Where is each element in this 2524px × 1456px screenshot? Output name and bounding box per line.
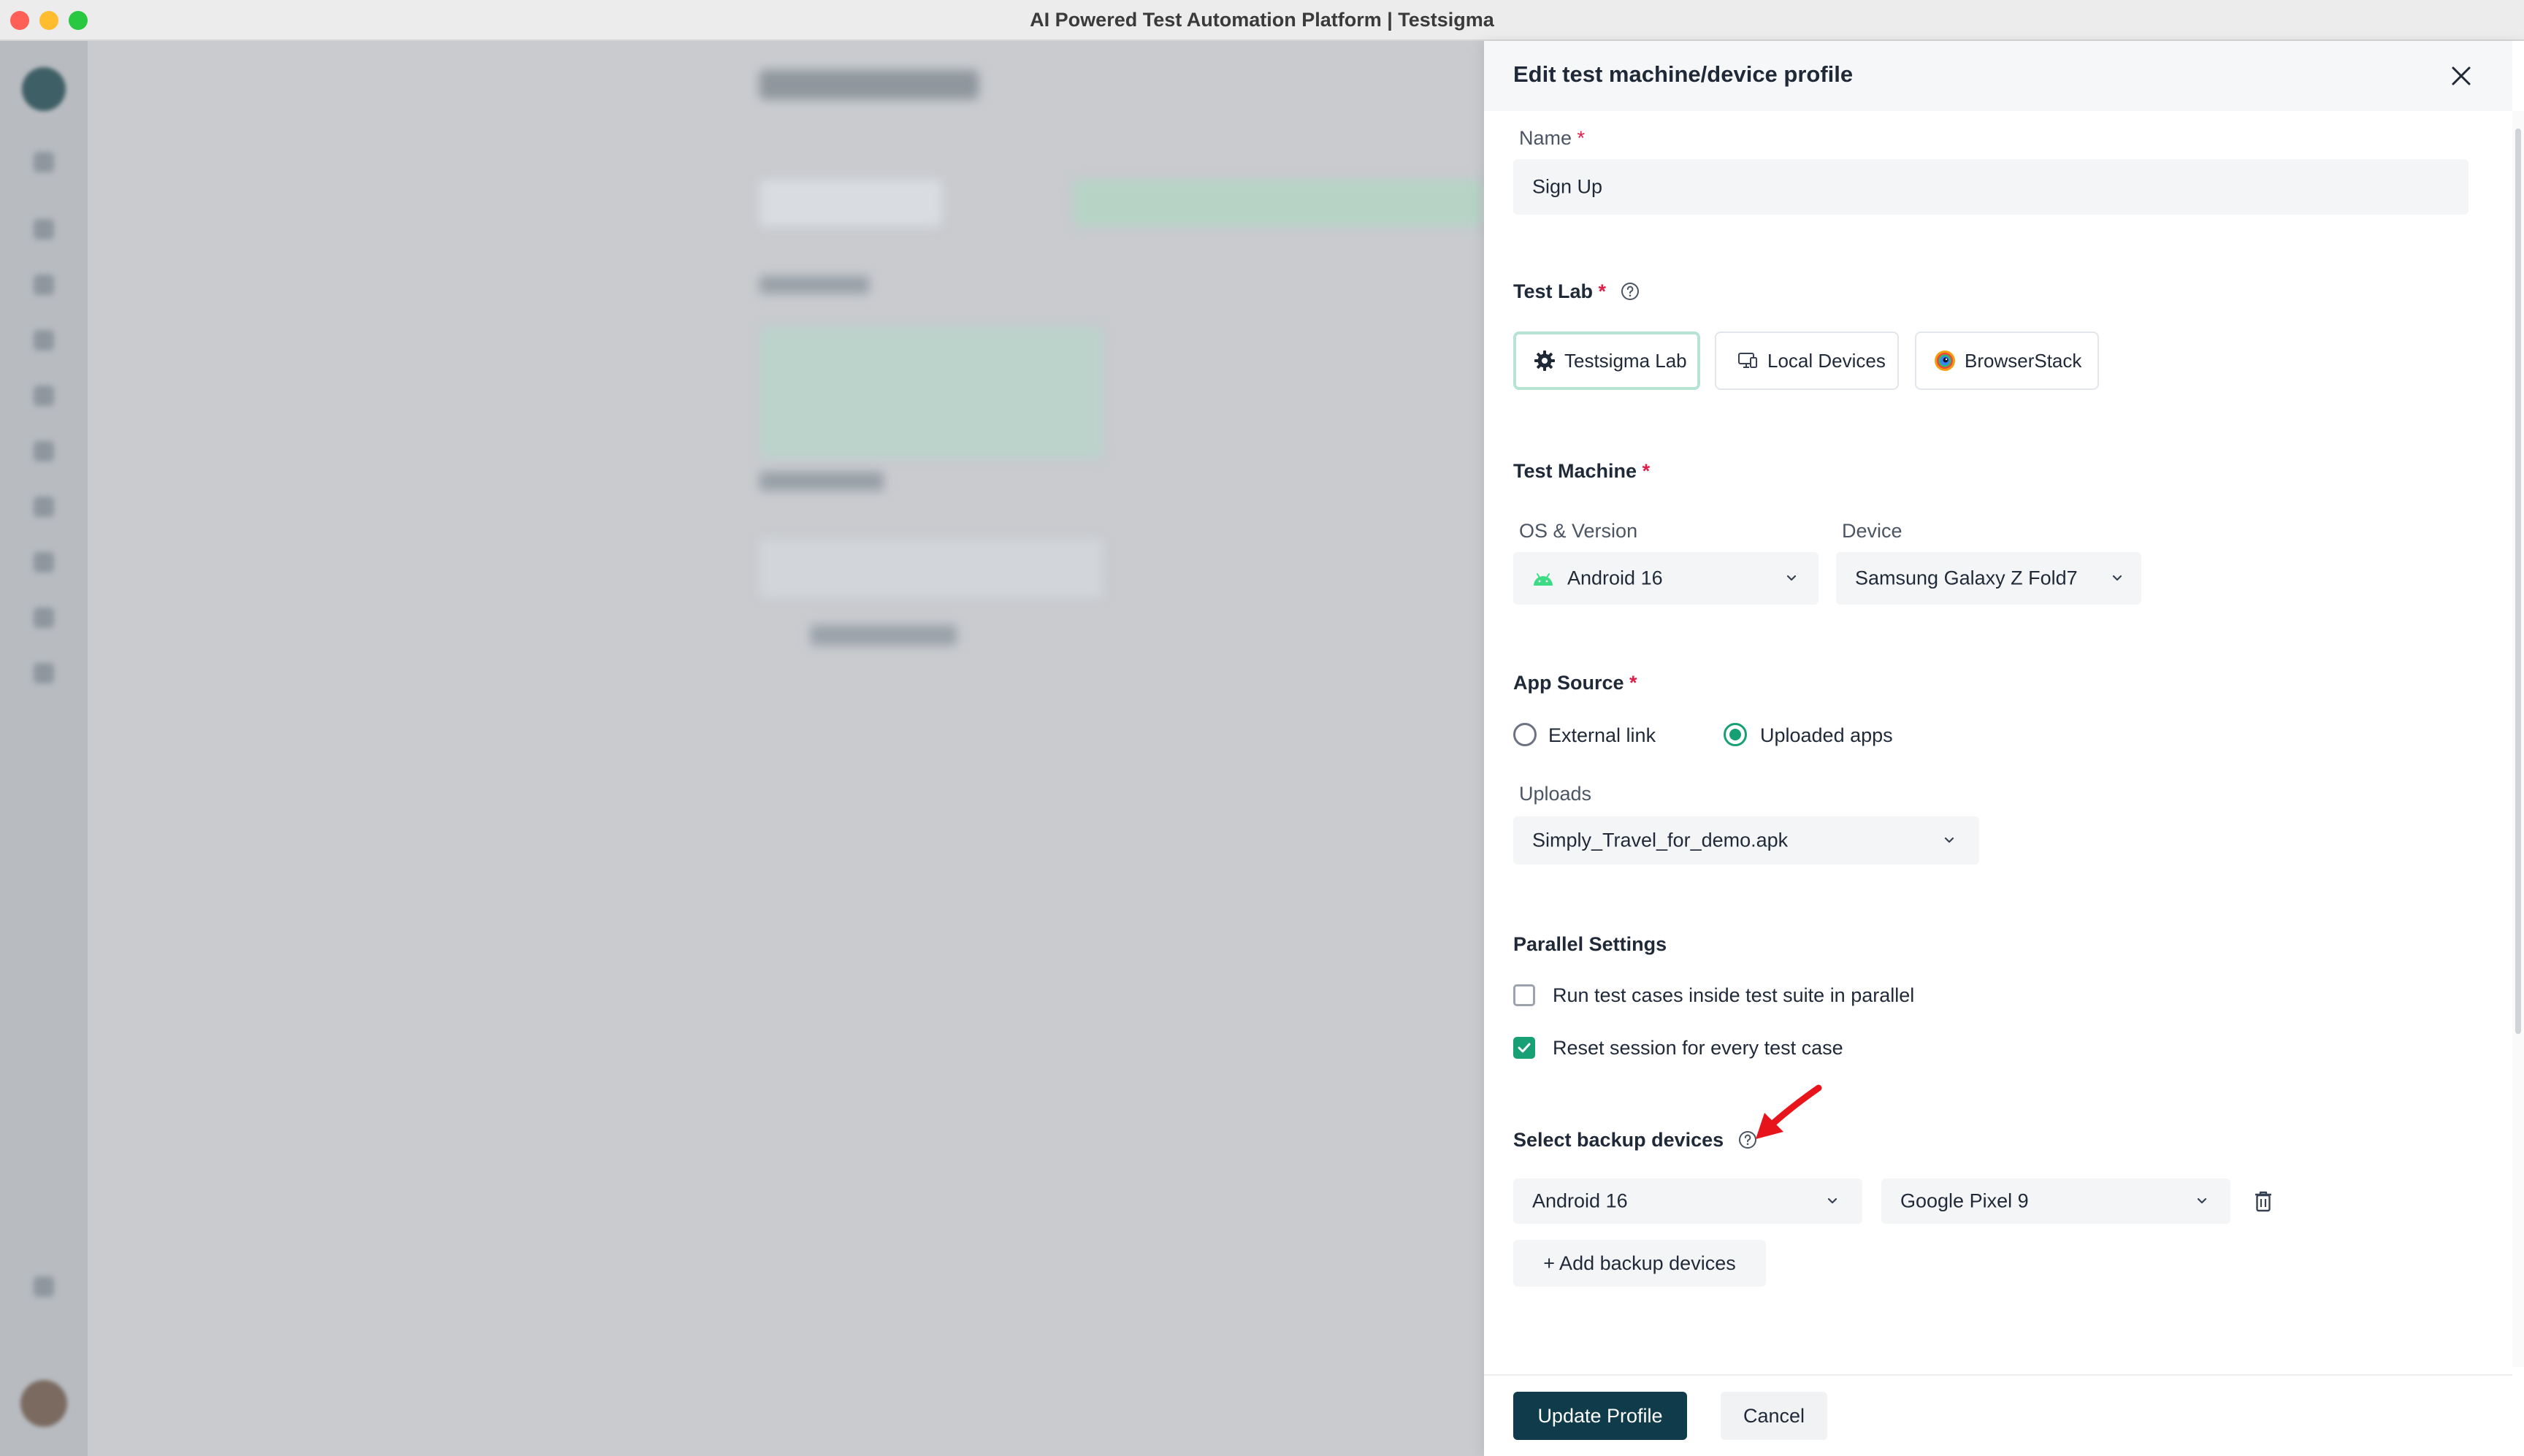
background-label xyxy=(760,472,884,491)
background-logo xyxy=(22,67,66,111)
chevron-down-icon xyxy=(2197,1198,2207,1204)
add-backup-devices-button[interactable]: + Add backup devices xyxy=(1513,1240,1766,1287)
test-machine-label: Test Machine * xyxy=(1513,460,1650,483)
test-lab-option-label: Testsigma Lab xyxy=(1564,349,1687,372)
background-page-title xyxy=(760,70,979,99)
required-mark: * xyxy=(1598,280,1607,302)
uploads-select[interactable]: Simply_Travel_for_demo.apk xyxy=(1513,816,1979,865)
device-value: Samsung Galaxy Z Fold7 xyxy=(1855,567,2078,589)
uploaded-apps-radio[interactable] xyxy=(1724,723,1747,746)
uploads-value: Simply_Travel_for_demo.apk xyxy=(1532,829,1789,851)
test-lab-option-label: Local Devices xyxy=(1767,349,1886,372)
close-icon xyxy=(2452,66,2471,85)
background-icon xyxy=(34,386,54,406)
background-label xyxy=(760,276,869,294)
parallel-settings-label: Parallel Settings xyxy=(1513,933,1667,955)
uploaded-apps-label[interactable]: Uploaded apps xyxy=(1760,724,1893,747)
drawer-title: Edit test machine/device profile xyxy=(1513,61,1854,87)
test-lab-label: Test Lab * xyxy=(1513,280,1640,303)
backup-os-select[interactable]: Android 16 xyxy=(1513,1179,1862,1224)
test-lab-option-browserstack[interactable]: BrowserStack xyxy=(1915,332,2099,390)
window-title: AI Powered Test Automation Platform | Te… xyxy=(1030,9,1494,31)
drawer-header: Edit test machine/device profile xyxy=(1484,41,2512,111)
background-card xyxy=(760,327,1103,459)
run-parallel-label[interactable]: Run test cases inside test suite in para… xyxy=(1553,984,1914,1007)
device-label: Device xyxy=(1842,520,1902,542)
reset-session-checkbox[interactable] xyxy=(1513,1037,1535,1059)
background-icon xyxy=(34,497,54,517)
monitor-icon xyxy=(1738,353,1757,368)
trash-icon[interactable] xyxy=(2251,1189,2276,1214)
required-mark: * xyxy=(1642,460,1651,482)
os-version-value: Android 16 xyxy=(1567,567,1663,589)
annotation-arrow-icon xyxy=(1756,1084,1822,1139)
backup-devices-label-text: Select backup devices xyxy=(1513,1129,1724,1151)
checkmark-icon xyxy=(1518,1043,1531,1053)
name-input[interactable]: Sign Up xyxy=(1513,159,2468,215)
background-search xyxy=(760,539,1103,597)
gear-icon xyxy=(1534,350,1555,371)
android-icon xyxy=(1534,573,1553,586)
background-icon xyxy=(34,663,54,683)
test-lab-option-testsigma[interactable]: Testsigma Lab xyxy=(1513,332,1700,390)
background-icon xyxy=(34,152,54,172)
browserstack-logo-icon xyxy=(1935,350,1955,371)
run-parallel-checkbox[interactable] xyxy=(1513,984,1535,1006)
required-mark: * xyxy=(1577,127,1586,149)
scrollbar-thumb[interactable] xyxy=(2515,129,2521,1034)
chevron-down-icon xyxy=(1827,1198,1837,1204)
background-user-avatar xyxy=(20,1380,67,1427)
name-label-text: Name xyxy=(1519,127,1572,149)
backup-os-value: Android 16 xyxy=(1532,1189,1628,1212)
background-icon xyxy=(34,275,54,295)
app-source-label: App Source * xyxy=(1513,672,1637,694)
external-link-label[interactable]: External link xyxy=(1548,724,1656,747)
test-machine-label-text: Test Machine xyxy=(1513,460,1637,482)
name-label: Name * xyxy=(1519,127,1585,150)
reset-session-label[interactable]: Reset session for every test case xyxy=(1553,1037,1843,1060)
update-profile-button[interactable]: Update Profile xyxy=(1513,1392,1687,1440)
background-icon xyxy=(34,608,54,628)
background-list-item xyxy=(811,625,957,645)
help-icon[interactable] xyxy=(1621,282,1640,301)
background-step xyxy=(760,180,942,226)
background-icon xyxy=(34,441,54,461)
background-sidebar xyxy=(0,41,88,1456)
cancel-button[interactable]: Cancel xyxy=(1721,1392,1827,1440)
background-app-overlay xyxy=(0,41,1484,1456)
chevron-down-icon xyxy=(1786,575,1797,581)
external-link-radio[interactable] xyxy=(1513,723,1537,746)
background-icon xyxy=(34,552,54,572)
name-input-value: Sign Up xyxy=(1532,175,1603,198)
background-icon xyxy=(34,330,54,350)
device-select[interactable]: Samsung Galaxy Z Fold7 xyxy=(1836,552,2141,605)
window-titlebar: AI Powered Test Automation Platform | Te… xyxy=(0,0,2524,41)
chevron-down-icon xyxy=(1944,837,1954,843)
app-source-label-text: App Source xyxy=(1513,672,1624,694)
backup-devices-label: Select backup devices xyxy=(1513,1129,1757,1152)
backup-device-select[interactable]: Google Pixel 9 xyxy=(1881,1179,2230,1224)
backup-device-value: Google Pixel 9 xyxy=(1900,1189,2029,1212)
os-version-label: OS & Version xyxy=(1519,520,1638,542)
required-mark: * xyxy=(1629,672,1637,694)
chevron-down-icon xyxy=(2112,575,2122,581)
close-drawer-button[interactable] xyxy=(2445,60,2477,92)
edit-profile-drawer: Edit test machine/device profile Name * … xyxy=(1484,41,2524,1456)
os-version-select[interactable]: Android 16 xyxy=(1513,552,1819,605)
background-icon xyxy=(34,219,54,240)
background-step xyxy=(1074,180,1483,226)
test-lab-option-label: BrowserStack xyxy=(1965,349,2082,372)
uploads-label: Uploads xyxy=(1519,783,1592,805)
background-icon xyxy=(34,1276,54,1297)
test-lab-label-text: Test Lab xyxy=(1513,280,1594,302)
test-lab-option-local[interactable]: Local Devices xyxy=(1715,332,1899,390)
